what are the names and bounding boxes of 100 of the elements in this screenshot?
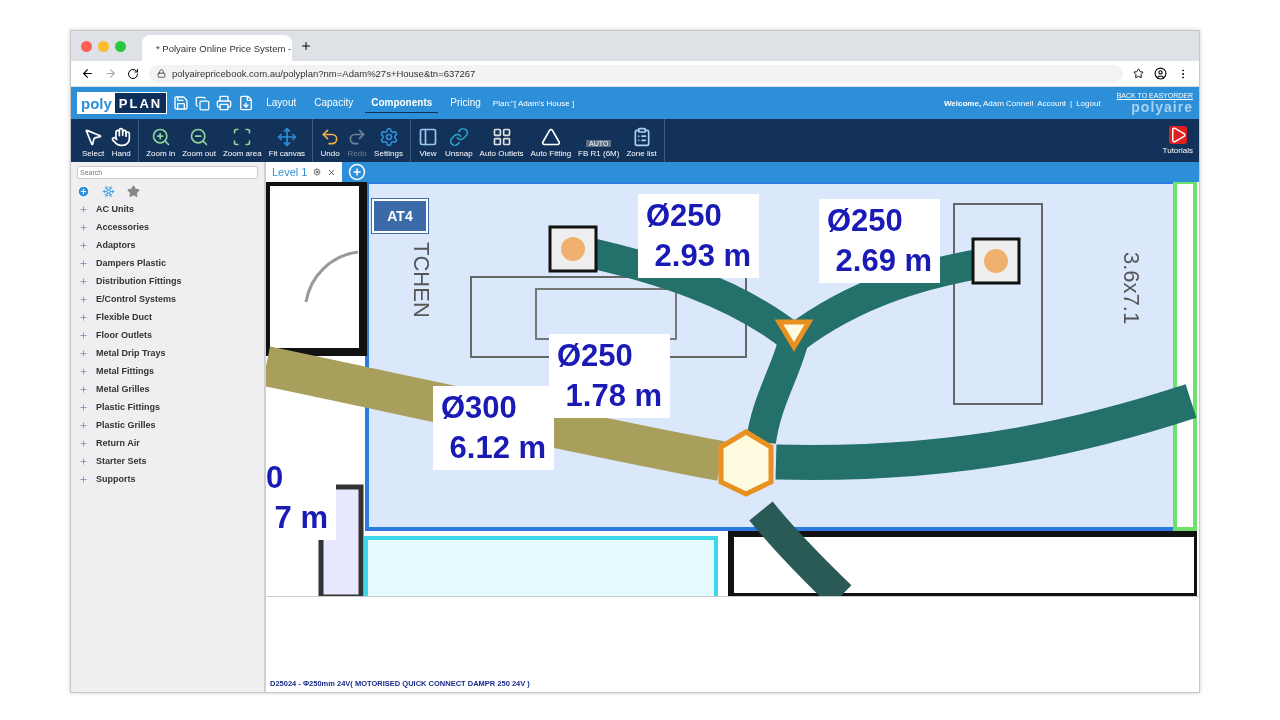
category-label: Return Air [96, 438, 140, 448]
category-label: Starter Sets [96, 456, 147, 466]
toolbar-button[interactable]: Auto Outlets [477, 119, 526, 162]
category-label: AC Units [96, 204, 134, 214]
category-item[interactable]: Metal Grilles [77, 380, 258, 398]
room-label: TCHEN [408, 242, 434, 318]
category-item[interactable]: AC Units [77, 200, 258, 218]
expand-icon [79, 204, 88, 214]
category-label: Accessories [96, 222, 150, 232]
zoom-in-icon [150, 127, 171, 147]
toolbar-button[interactable]: View [416, 119, 440, 162]
move-icon [276, 127, 297, 147]
expand-icon [79, 438, 88, 448]
printer-icon[interactable] [216, 95, 233, 111]
toolbar-button[interactable]: Fit canvas [266, 119, 308, 162]
add-icon [348, 163, 367, 181]
category-label: Supports [96, 474, 136, 484]
snowflake-icon[interactable] [102, 185, 115, 198]
reload-icon[interactable] [127, 67, 139, 80]
category-item[interactable]: Floor Outlets [77, 326, 258, 344]
category-label: Floor Outlets [96, 330, 152, 340]
duct-label: Ø250 2.69 m [819, 199, 941, 283]
brand-logo: polyaire [1131, 98, 1193, 115]
zone-badge: AT4 [372, 199, 428, 233]
add-icon[interactable] [77, 185, 90, 198]
category-item[interactable]: Plastic Fittings [77, 398, 258, 416]
zoom-out-icon [189, 127, 210, 147]
expand-icon [79, 348, 88, 358]
category-item[interactable]: Adaptors [77, 236, 258, 254]
room-label: 3.6x7.1 [1118, 252, 1144, 325]
category-item[interactable]: Distribution Fittings [77, 272, 258, 290]
toolbar-button[interactable]: Zoom in [144, 119, 178, 162]
app-logo: poly PLAN [77, 92, 168, 114]
separator: | [1070, 98, 1073, 108]
category-label: Plastic Grilles [96, 420, 156, 430]
toolbar-button[interactable]: Zone list [624, 119, 659, 162]
triangle-icon [540, 127, 561, 147]
category-item[interactable]: Plastic Grilles [77, 416, 258, 434]
category-label: Distribution Fittings [96, 276, 182, 286]
grid-icon [491, 127, 512, 147]
lock-icon [157, 69, 166, 78]
expand-icon [79, 456, 88, 466]
copy-icon[interactable] [195, 95, 211, 111]
expand-icon [79, 330, 88, 340]
gear-icon [378, 127, 399, 147]
duct-label: Ø300 6.12 m [433, 386, 555, 470]
toolbar-button[interactable]: Select [80, 119, 107, 162]
expand-icon [79, 402, 88, 412]
star-icon[interactable] [1133, 68, 1144, 79]
category-label: Dampers Plastic [96, 258, 167, 268]
download-icon[interactable] [238, 95, 255, 111]
expand-icon [79, 474, 88, 484]
category-item[interactable]: Return Air [77, 434, 258, 452]
category-label: Flexible Duct [96, 312, 152, 322]
toolbar-button[interactable]: Hand [109, 119, 134, 162]
duct-label: Ø250 1.78 m [549, 334, 671, 418]
category-label: Metal Drip Trays [96, 348, 166, 358]
browser-tab[interactable]: * Polyaire Online Price System - [142, 35, 292, 61]
redo-icon [347, 127, 368, 147]
star-icon[interactable] [127, 185, 140, 198]
category-item[interactable]: Starter Sets [77, 452, 258, 470]
forward-icon[interactable] [104, 67, 117, 80]
profile-icon[interactable] [1154, 67, 1167, 80]
toolbar-button[interactable]: Zoom out [180, 119, 218, 162]
new-tab-icon[interactable] [300, 40, 312, 52]
category-label: Metal Fittings [96, 366, 154, 376]
category-label: Adaptors [96, 240, 136, 250]
category-item[interactable]: E/Control Systems [77, 290, 258, 308]
category-item[interactable]: Flexible Duct [77, 308, 258, 326]
zoom-area-icon [232, 127, 253, 147]
expand-icon [79, 240, 88, 250]
level-tab[interactable]: Level 1 [266, 162, 343, 182]
toolbar-button[interactable]: Zoom area [220, 119, 264, 162]
tutorials-button[interactable]: Tutorials [1160, 122, 1195, 159]
category-label: E/Control Systems [96, 294, 177, 304]
back-icon[interactable] [81, 67, 94, 80]
save-icon[interactable] [173, 95, 190, 111]
toolbar-button[interactable]: Unsnap [443, 119, 475, 162]
category-item[interactable]: Metal Fittings [77, 362, 258, 380]
pointer-icon [83, 127, 104, 147]
expand-icon [79, 276, 88, 286]
category-item[interactable]: Supports [77, 470, 258, 488]
category-label: Metal Grilles [96, 384, 150, 394]
panel-icon [418, 127, 438, 147]
address-bar[interactable]: polyairepricebook.com.au/polyplan?nm=Adam%27s+House&tn=637267 [149, 64, 1123, 83]
category-item[interactable]: Accessories [77, 218, 258, 236]
close-window-button[interactable] [81, 40, 92, 52]
expand-icon [79, 420, 88, 430]
expand-icon [79, 222, 88, 232]
toolbar-button[interactable]: Settings [372, 119, 405, 162]
level-tab-label: Level 1 [272, 166, 308, 178]
gear-icon[interactable] [313, 168, 322, 176]
close-icon[interactable] [327, 167, 337, 177]
category-item[interactable]: Dampers Plastic [77, 254, 258, 272]
link-icon [448, 127, 469, 147]
expand-icon [79, 366, 88, 376]
duct-label: Ø250 2.93 m [638, 194, 760, 278]
toolbar-button[interactable]: Undo [318, 119, 343, 162]
category-item[interactable]: Metal Drip Trays [77, 344, 258, 362]
toolbar-button[interactable]: Auto Fitting [528, 119, 574, 162]
